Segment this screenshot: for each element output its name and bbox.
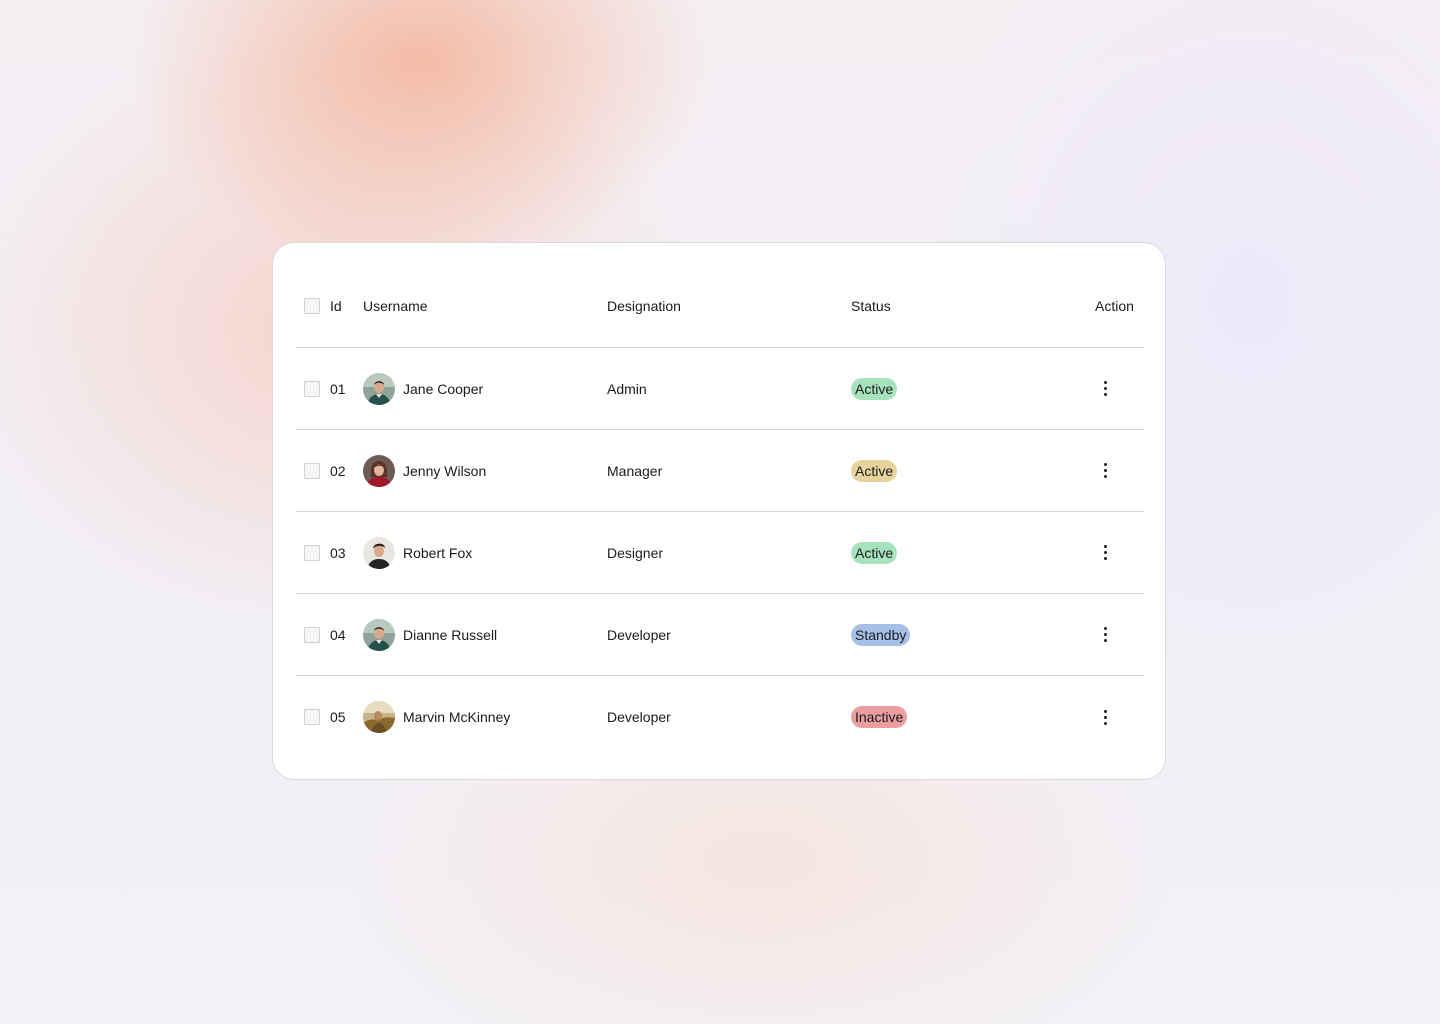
action-cell xyxy=(1095,594,1115,675)
username[interactable]: Dianne Russell xyxy=(403,627,497,643)
status-cell: Active xyxy=(851,348,898,429)
more-options-icon[interactable] xyxy=(1095,707,1115,727)
table-row[interactable]: 03 Robert Fox Designer Active xyxy=(296,512,1144,594)
table-header-row: Id Username Designation Status Action xyxy=(296,265,1144,348)
action-cell xyxy=(1095,512,1115,593)
status-cell: Active xyxy=(851,430,898,511)
row-checkbox-cell xyxy=(304,430,320,511)
avatar xyxy=(363,618,395,651)
user-cell: Jenny Wilson xyxy=(363,430,486,511)
username[interactable]: Jane Cooper xyxy=(403,381,483,397)
row-checkbox[interactable] xyxy=(304,462,320,479)
action-cell xyxy=(1095,430,1115,511)
column-header-username[interactable]: Username xyxy=(363,265,428,347)
status-cell: Inactive xyxy=(851,676,908,758)
row-checkbox-cell xyxy=(304,676,320,758)
table-row[interactable]: 04 Dianne Russell Developer Standby xyxy=(296,594,1144,676)
user-cell: Dianne Russell xyxy=(363,594,497,675)
users-table-card: Id Username Designation Status Action 01 xyxy=(272,242,1166,780)
avatar xyxy=(363,454,395,487)
more-options-icon[interactable] xyxy=(1095,461,1115,481)
username[interactable]: Marvin McKinney xyxy=(403,709,510,725)
row-checkbox[interactable] xyxy=(304,709,320,725)
avatar xyxy=(363,536,395,569)
more-options-icon[interactable] xyxy=(1095,625,1115,645)
username[interactable]: Jenny Wilson xyxy=(403,463,486,479)
status-badge: Standby xyxy=(851,623,911,646)
table-row[interactable]: 01 Jane Cooper Admin Active xyxy=(296,348,1144,430)
status-badge: Active xyxy=(851,541,898,564)
avatar xyxy=(363,701,395,733)
users-table: Id Username Designation Status Action 01 xyxy=(296,265,1144,758)
action-cell xyxy=(1095,348,1115,429)
column-header-action: Action xyxy=(1095,298,1134,314)
row-id: 02 xyxy=(330,462,346,479)
row-checkbox-cell xyxy=(304,594,320,675)
designation: Designer xyxy=(607,544,664,561)
row-id: 05 xyxy=(330,709,346,725)
action-cell xyxy=(1095,676,1115,758)
designation: Admin xyxy=(607,380,647,397)
designation: Developer xyxy=(607,626,671,643)
row-checkbox-cell xyxy=(304,348,320,429)
status-badge: Inactive xyxy=(851,706,908,728)
status-cell: Standby xyxy=(851,594,911,675)
select-all-checkbox[interactable] xyxy=(304,298,320,314)
column-header-status[interactable]: Status xyxy=(851,265,891,347)
row-checkbox[interactable] xyxy=(304,380,320,397)
row-id: 03 xyxy=(330,544,346,561)
table-row[interactable]: 05 Marvin McKinney Developer Inactive xyxy=(296,676,1144,758)
row-id: 01 xyxy=(330,380,346,397)
user-cell: Marvin McKinney xyxy=(363,676,510,758)
more-options-icon[interactable] xyxy=(1095,543,1115,563)
user-cell: Robert Fox xyxy=(363,512,472,593)
status-cell: Active xyxy=(851,512,898,593)
designation: Manager xyxy=(607,462,663,479)
avatar xyxy=(363,372,395,405)
select-all-checkbox-cell xyxy=(304,265,320,347)
row-checkbox[interactable] xyxy=(304,544,320,561)
column-header-designation[interactable]: Designation xyxy=(607,265,681,347)
column-header-id[interactable]: Id xyxy=(330,265,342,347)
row-checkbox[interactable] xyxy=(304,626,320,643)
username[interactable]: Robert Fox xyxy=(403,545,472,561)
more-options-icon[interactable] xyxy=(1095,379,1115,399)
status-badge: Active xyxy=(851,459,898,482)
table-row[interactable]: 02 Jenny Wilson Manager Active xyxy=(296,430,1144,512)
row-id: 04 xyxy=(330,626,346,643)
user-cell: Jane Cooper xyxy=(363,348,483,429)
status-badge: Active xyxy=(851,377,898,400)
designation: Developer xyxy=(607,709,671,725)
row-checkbox-cell xyxy=(304,512,320,593)
